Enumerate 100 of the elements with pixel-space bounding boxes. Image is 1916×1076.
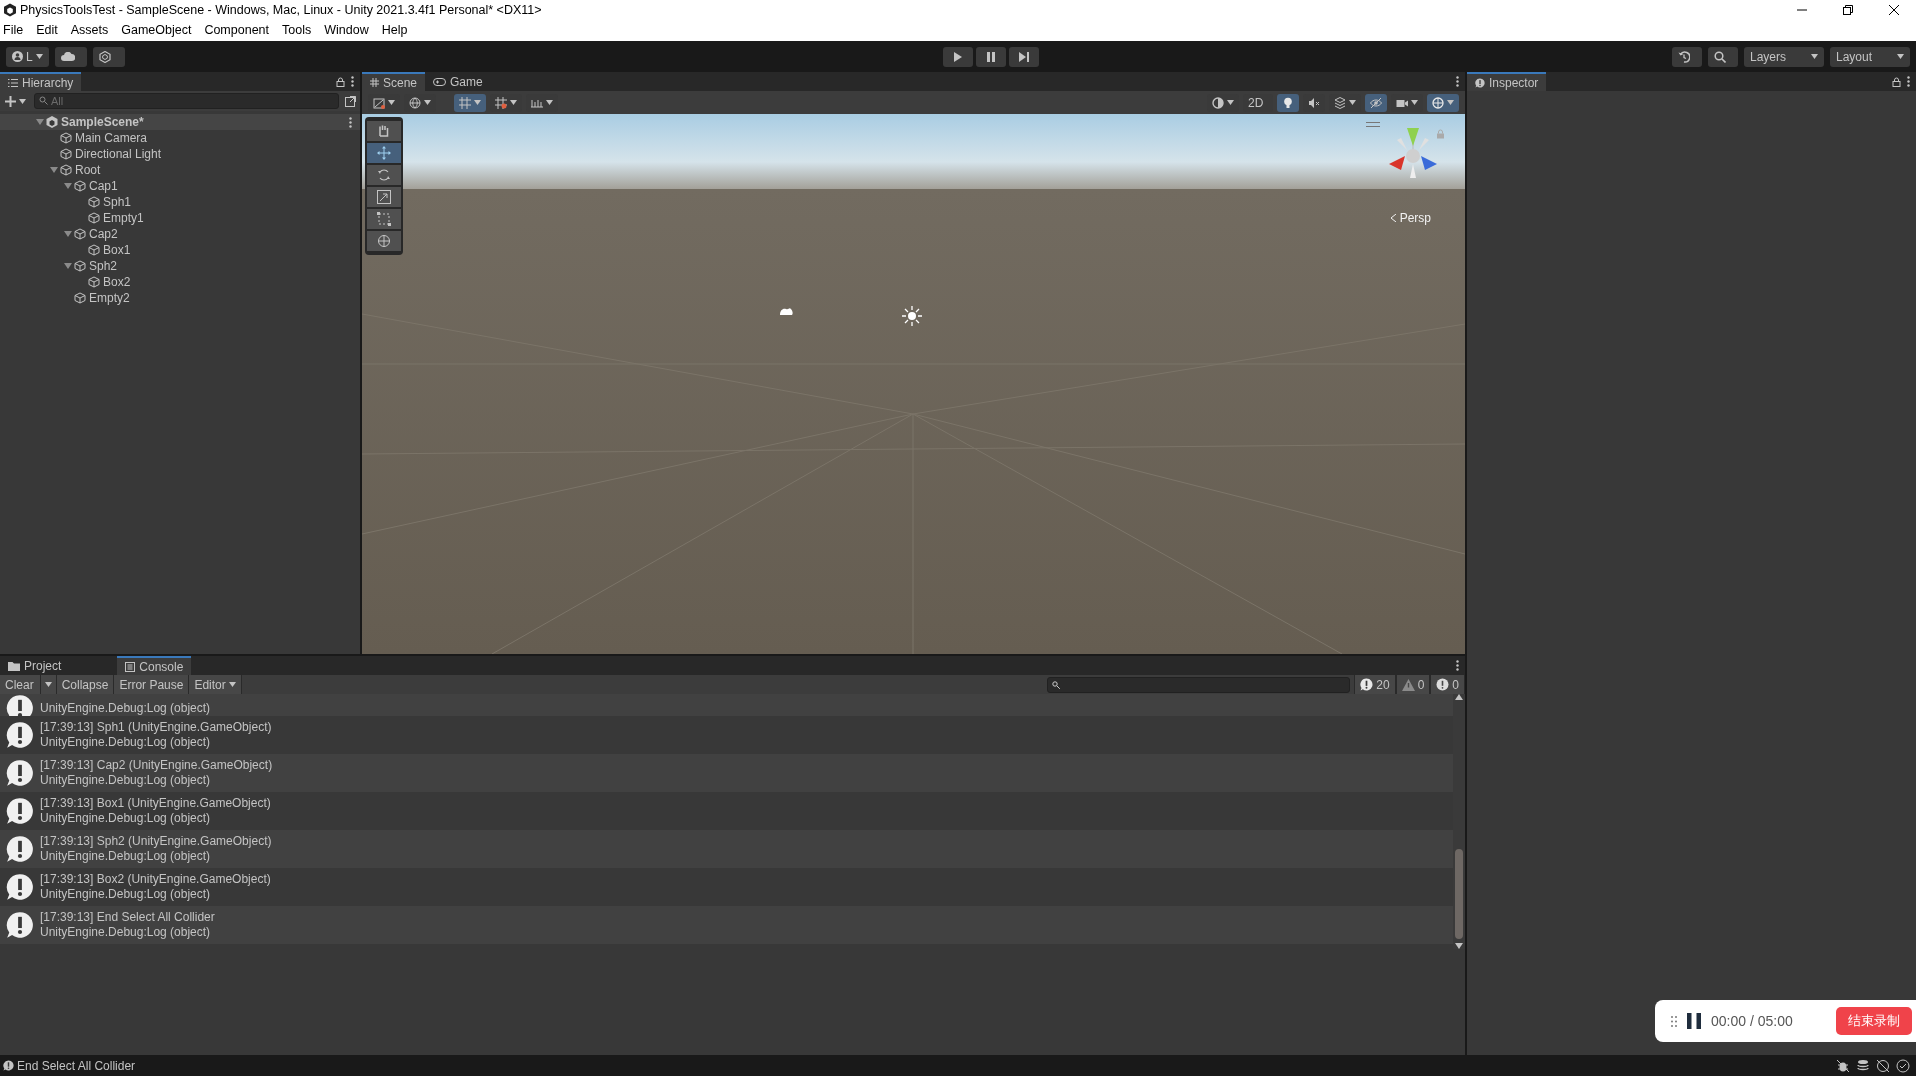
log-message[interactable]: [17:39:13] End Select All Collider xyxy=(40,910,215,925)
log-message-icon xyxy=(6,797,34,825)
hidden-eye-button[interactable] xyxy=(1365,93,1387,112)
log-message[interactable]: [17:39:13] Sph1 (UnityEngine.GameObject) xyxy=(40,720,272,735)
toggle-button[interactable]: Collapse xyxy=(56,675,115,694)
search-icon xyxy=(1714,50,1726,63)
editor-dropdown[interactable]: Editor xyxy=(189,675,242,694)
pause-icon xyxy=(984,50,997,63)
warning-count-toggle[interactable]: 0 xyxy=(1395,675,1431,694)
chevron-left-icon xyxy=(1389,214,1397,222)
menu-item[interactable]: File xyxy=(3,21,24,40)
hierarchy-item[interactable]: Box2 xyxy=(103,273,131,291)
gizmo-globe-button[interactable] xyxy=(1427,93,1459,112)
more-icon[interactable] xyxy=(1907,76,1910,87)
hierarchy-tab[interactable]: Hierarchy xyxy=(0,72,82,91)
grid-snap-button[interactable] xyxy=(454,93,486,112)
prohibited-icon[interactable] xyxy=(1876,1058,1890,1073)
menu-item[interactable]: Edit xyxy=(36,21,58,40)
toggle-button[interactable]: Error Pause xyxy=(114,675,190,694)
log-stacktrace[interactable]: UnityEngine.Debug:Log (object) xyxy=(40,887,271,902)
move-arrows-tool[interactable] xyxy=(367,143,401,163)
hierarchy-item[interactable]: Root xyxy=(75,161,101,179)
log-stacktrace[interactable]: UnityEngine.Debug:Log (object) xyxy=(40,773,273,788)
scrollbar-thumb[interactable] xyxy=(1455,849,1463,939)
console-tab[interactable]: Console xyxy=(117,656,192,675)
stack-icon[interactable] xyxy=(1856,1058,1870,1073)
layout-dropdown[interactable]: Layout xyxy=(1830,46,1910,67)
hierarchy-item[interactable]: Directional Light xyxy=(75,145,162,163)
collab-button[interactable] xyxy=(92,46,125,67)
close-icon[interactable] xyxy=(1889,5,1899,15)
mute-audio-icon xyxy=(1308,96,1320,109)
menu-item[interactable]: Component xyxy=(204,21,269,40)
hierarchy-item[interactable]: Main Camera xyxy=(75,129,148,147)
search-field[interactable]: All xyxy=(34,93,339,110)
hierarchy-item[interactable]: Empty1 xyxy=(103,209,144,227)
info-count-toggle[interactable]: 20 xyxy=(1354,675,1396,694)
scene-tab[interactable]: Scene xyxy=(362,72,426,91)
pause-button[interactable] xyxy=(1687,1013,1701,1029)
hierarchy-item[interactable]: Empty2 xyxy=(89,289,130,307)
log-stacktrace[interactable]: UnityEngine.Debug:Log (object) xyxy=(40,735,272,750)
scene-search-icon[interactable] xyxy=(345,95,357,107)
stop-recording-button[interactable]: 结束录制 xyxy=(1836,1007,1912,1035)
scale-tool[interactable] xyxy=(367,187,401,207)
effects-layers-icon xyxy=(1334,96,1346,109)
caret-icon xyxy=(388,100,395,105)
more-icon[interactable] xyxy=(1456,76,1459,87)
play-button[interactable] xyxy=(942,46,973,67)
check-circle-icon[interactable] xyxy=(1896,1058,1910,1073)
project-tab[interactable]: Project xyxy=(0,656,70,675)
caret-icon xyxy=(546,100,553,105)
cloud-button[interactable] xyxy=(54,46,87,67)
error-count-toggle[interactable]: 0 xyxy=(1430,675,1465,694)
transform-tool[interactable] xyxy=(367,231,401,251)
scroll-down-icon[interactable] xyxy=(1455,943,1463,949)
hierarchy-item[interactable]: Sph1 xyxy=(103,193,132,211)
lock-icon[interactable] xyxy=(336,76,345,87)
step-button[interactable] xyxy=(1008,46,1039,67)
bug-icon[interactable] xyxy=(1836,1058,1850,1073)
history-button[interactable] xyxy=(1672,46,1702,67)
hidden-eye-icon xyxy=(1370,96,1382,109)
pause-button[interactable] xyxy=(975,46,1006,67)
scene-tab[interactable]: Game xyxy=(425,72,491,91)
clear-button[interactable]: Clear xyxy=(0,675,57,694)
log-message[interactable]: [17:39:13] Box2 (UnityEngine.GameObject) xyxy=(40,872,271,887)
hierarchy-item[interactable]: Box1 xyxy=(103,241,131,259)
menu-item[interactable]: Window xyxy=(324,21,369,40)
log-message[interactable]: [17:39:13] Cap2 (UnityEngine.GameObject) xyxy=(40,758,273,773)
menu-item[interactable]: Tools xyxy=(282,21,312,40)
log-message[interactable]: [17:39:13] Box1 (UnityEngine.GameObject) xyxy=(40,796,271,811)
caret-icon xyxy=(1897,54,1904,59)
layers-dropdown[interactable]: Layers xyxy=(1744,46,1824,67)
hierarchy-item[interactable]: Cap2 xyxy=(89,225,118,243)
hierarchy-item[interactable]: Cap1 xyxy=(89,177,118,195)
cube-icon xyxy=(88,276,100,288)
persp-label[interactable]: Persp xyxy=(1389,209,1431,227)
more-icon[interactable] xyxy=(349,116,352,128)
inspector-tab[interactable]: Inspector xyxy=(1467,72,1547,91)
menu-item[interactable]: GameObject xyxy=(121,21,192,40)
hierarchy-item[interactable]: Sph2 xyxy=(89,257,118,275)
log-message[interactable]: [17:39:13] Sph2 (UnityEngine.GameObject) xyxy=(40,834,272,849)
rotate-tool[interactable] xyxy=(367,165,401,185)
lightbulb-button[interactable] xyxy=(1277,93,1299,112)
more-icon[interactable] xyxy=(351,76,354,87)
log-stacktrace[interactable]: UnityEngine.Debug:Log (object) xyxy=(40,811,271,826)
drag-handle-icon[interactable] xyxy=(1671,1015,1677,1027)
drag-handle-icon[interactable] xyxy=(1366,122,1380,127)
more-icon[interactable] xyxy=(1456,660,1459,671)
log-stacktrace[interactable]: UnityEngine.Debug:Log (object) xyxy=(40,849,272,864)
account-button[interactable]: L xyxy=(6,46,49,67)
hand-tool[interactable] xyxy=(367,121,401,141)
menu-item[interactable]: Assets xyxy=(70,21,109,40)
log-stacktrace[interactable]: UnityEngine.Debug:Log (object) xyxy=(40,701,211,716)
search-button[interactable] xyxy=(1708,46,1738,67)
search-field[interactable] xyxy=(1047,676,1351,693)
menu-item[interactable]: Help xyxy=(381,21,408,40)
rect-tool-tool[interactable] xyxy=(367,209,401,229)
restore-icon[interactable] xyxy=(1843,5,1853,15)
log-message-icon xyxy=(6,721,34,749)
log-stacktrace[interactable]: UnityEngine.Debug:Log (object) xyxy=(40,925,215,940)
lock-icon[interactable] xyxy=(1892,76,1901,87)
